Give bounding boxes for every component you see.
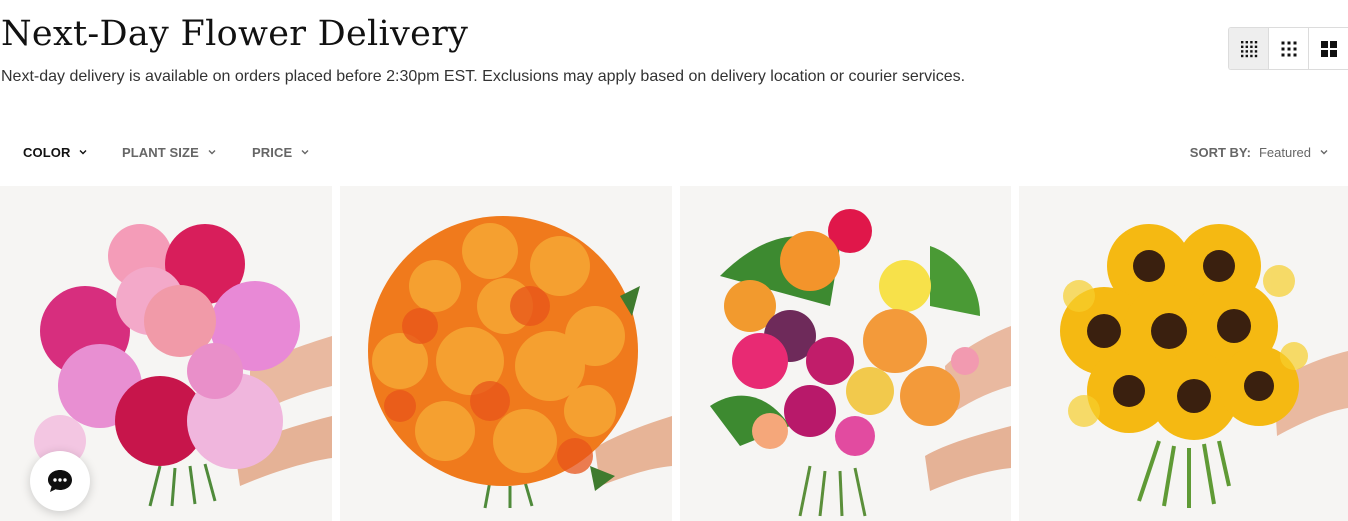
chevron-down-icon [79, 150, 87, 155]
orange-rose-bouquet-image [368, 216, 672, 509]
view-toggle [1228, 27, 1348, 70]
filter-plant-size-label: PLANT SIZE [122, 144, 199, 160]
chat-button[interactable] [30, 451, 90, 511]
chat-bubble-icon [48, 470, 72, 492]
view-3-column-button[interactable] [1269, 28, 1309, 69]
product-card[interactable] [340, 186, 672, 521]
product-card[interactable] [1019, 186, 1348, 521]
sort-dropdown[interactable]: SORT BY: Featured [1190, 136, 1329, 168]
chevron-down-icon [208, 150, 216, 155]
filter-price-label: PRICE [252, 144, 293, 160]
filter-color-label: COLOR [23, 144, 71, 160]
grid-3x3-icon [1281, 41, 1296, 56]
page-title: Next-Day Flower Delivery [1, 14, 469, 54]
grid-4x4-icon [1240, 40, 1257, 57]
mixed-bright-bouquet-image [710, 209, 1011, 517]
grid-2x2-icon [1321, 40, 1337, 57]
chevron-down-icon [1320, 150, 1328, 155]
filter-bar: COLOR PLANT SIZE PRICE SORT BY: Featured [0, 136, 1348, 168]
filter-plant-size[interactable]: PLANT SIZE [122, 136, 217, 168]
chevron-down-icon [301, 150, 309, 155]
product-card[interactable] [680, 186, 1011, 521]
product-grid [0, 186, 1348, 521]
filter-price[interactable]: PRICE [252, 136, 310, 168]
view-2-column-button[interactable] [1309, 28, 1348, 69]
sort-value: Featured [1258, 144, 1311, 160]
sort-label: SORT BY: [1189, 144, 1251, 160]
sunflower-bouquet-image [1060, 224, 1348, 508]
view-4-column-button[interactable] [1229, 28, 1269, 69]
page-subtitle: Next-day delivery is available on orders… [1, 68, 966, 85]
filter-color[interactable]: COLOR [23, 136, 88, 168]
